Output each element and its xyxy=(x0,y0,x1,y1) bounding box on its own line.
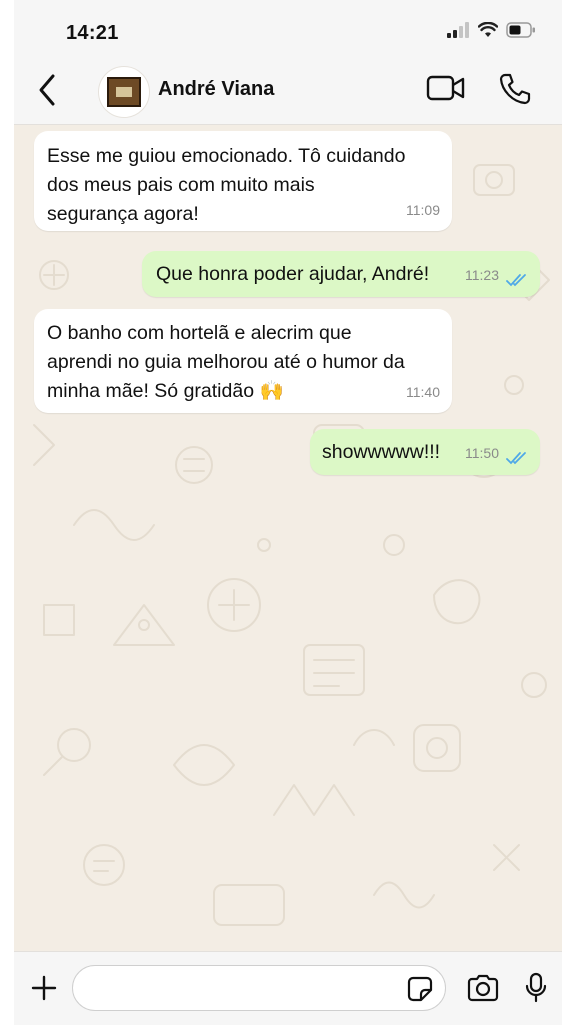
back-icon[interactable] xyxy=(34,72,62,108)
message-bubble-outgoing[interactable]: Que honra poder ajudar, André! 11:23 xyxy=(142,251,540,297)
message-text: Que honra poder ajudar, André! xyxy=(156,263,430,285)
voice-call-icon[interactable] xyxy=(498,72,532,106)
read-receipt-icon xyxy=(506,274,526,287)
avatar-image xyxy=(107,77,141,107)
message-time: 11:23 xyxy=(465,267,499,283)
message-bubble-incoming[interactable]: Esse me guiou emocionado. Tô cuidando do… xyxy=(34,131,452,231)
sticker-icon[interactable] xyxy=(407,976,433,1002)
message-time: 11:50 xyxy=(465,445,499,461)
avatar[interactable] xyxy=(98,66,150,118)
message-text-line: O banho com hortelã e alecrim que xyxy=(47,322,352,344)
plus-icon[interactable] xyxy=(30,974,58,1002)
signal-icon xyxy=(447,22,469,38)
camera-icon[interactable] xyxy=(466,974,500,1002)
message-input-field[interactable] xyxy=(72,965,446,1011)
video-call-icon[interactable] xyxy=(426,74,466,102)
wifi-icon xyxy=(478,22,498,37)
mic-icon[interactable] xyxy=(524,972,548,1004)
battery-icon xyxy=(506,22,535,38)
wallpaper-doodles xyxy=(33,164,550,926)
message-text-line: dos meus pais com muito mais xyxy=(47,174,315,196)
message-bubble-outgoing[interactable]: showwwww!!! 11:50 xyxy=(310,429,540,475)
message-time: 11:09 xyxy=(406,202,440,218)
contact-name[interactable]: André Viana xyxy=(158,78,274,101)
message-time: 11:40 xyxy=(406,384,440,400)
message-input-bar xyxy=(14,951,562,1025)
message-input[interactable] xyxy=(89,974,403,1004)
chat-area[interactable]: Esse me guiou emocionado. Tô cuidando do… xyxy=(14,125,562,951)
message-text-line: Esse me guiou emocionado. Tô cuidando xyxy=(47,145,406,167)
message-bubble-incoming[interactable]: O banho com hortelã e alecrim que aprend… xyxy=(34,309,452,413)
read-receipt-icon xyxy=(506,452,526,465)
message-text: showwwww!!! xyxy=(322,441,441,463)
status-time: 14:21 xyxy=(66,22,119,44)
phone-screen: 14:21 André Viana Esse me guiou emociona… xyxy=(14,0,562,1025)
status-icons xyxy=(446,22,536,38)
message-text-line: segurança agora! xyxy=(47,203,199,225)
message-text-line: minha mãe! Só gratidão 🙌 xyxy=(47,380,284,402)
chat-header: André Viana xyxy=(14,62,562,125)
status-bar: 14:21 xyxy=(14,0,562,62)
message-text-line: aprendi no guia melhorou até o humor da xyxy=(47,351,405,373)
